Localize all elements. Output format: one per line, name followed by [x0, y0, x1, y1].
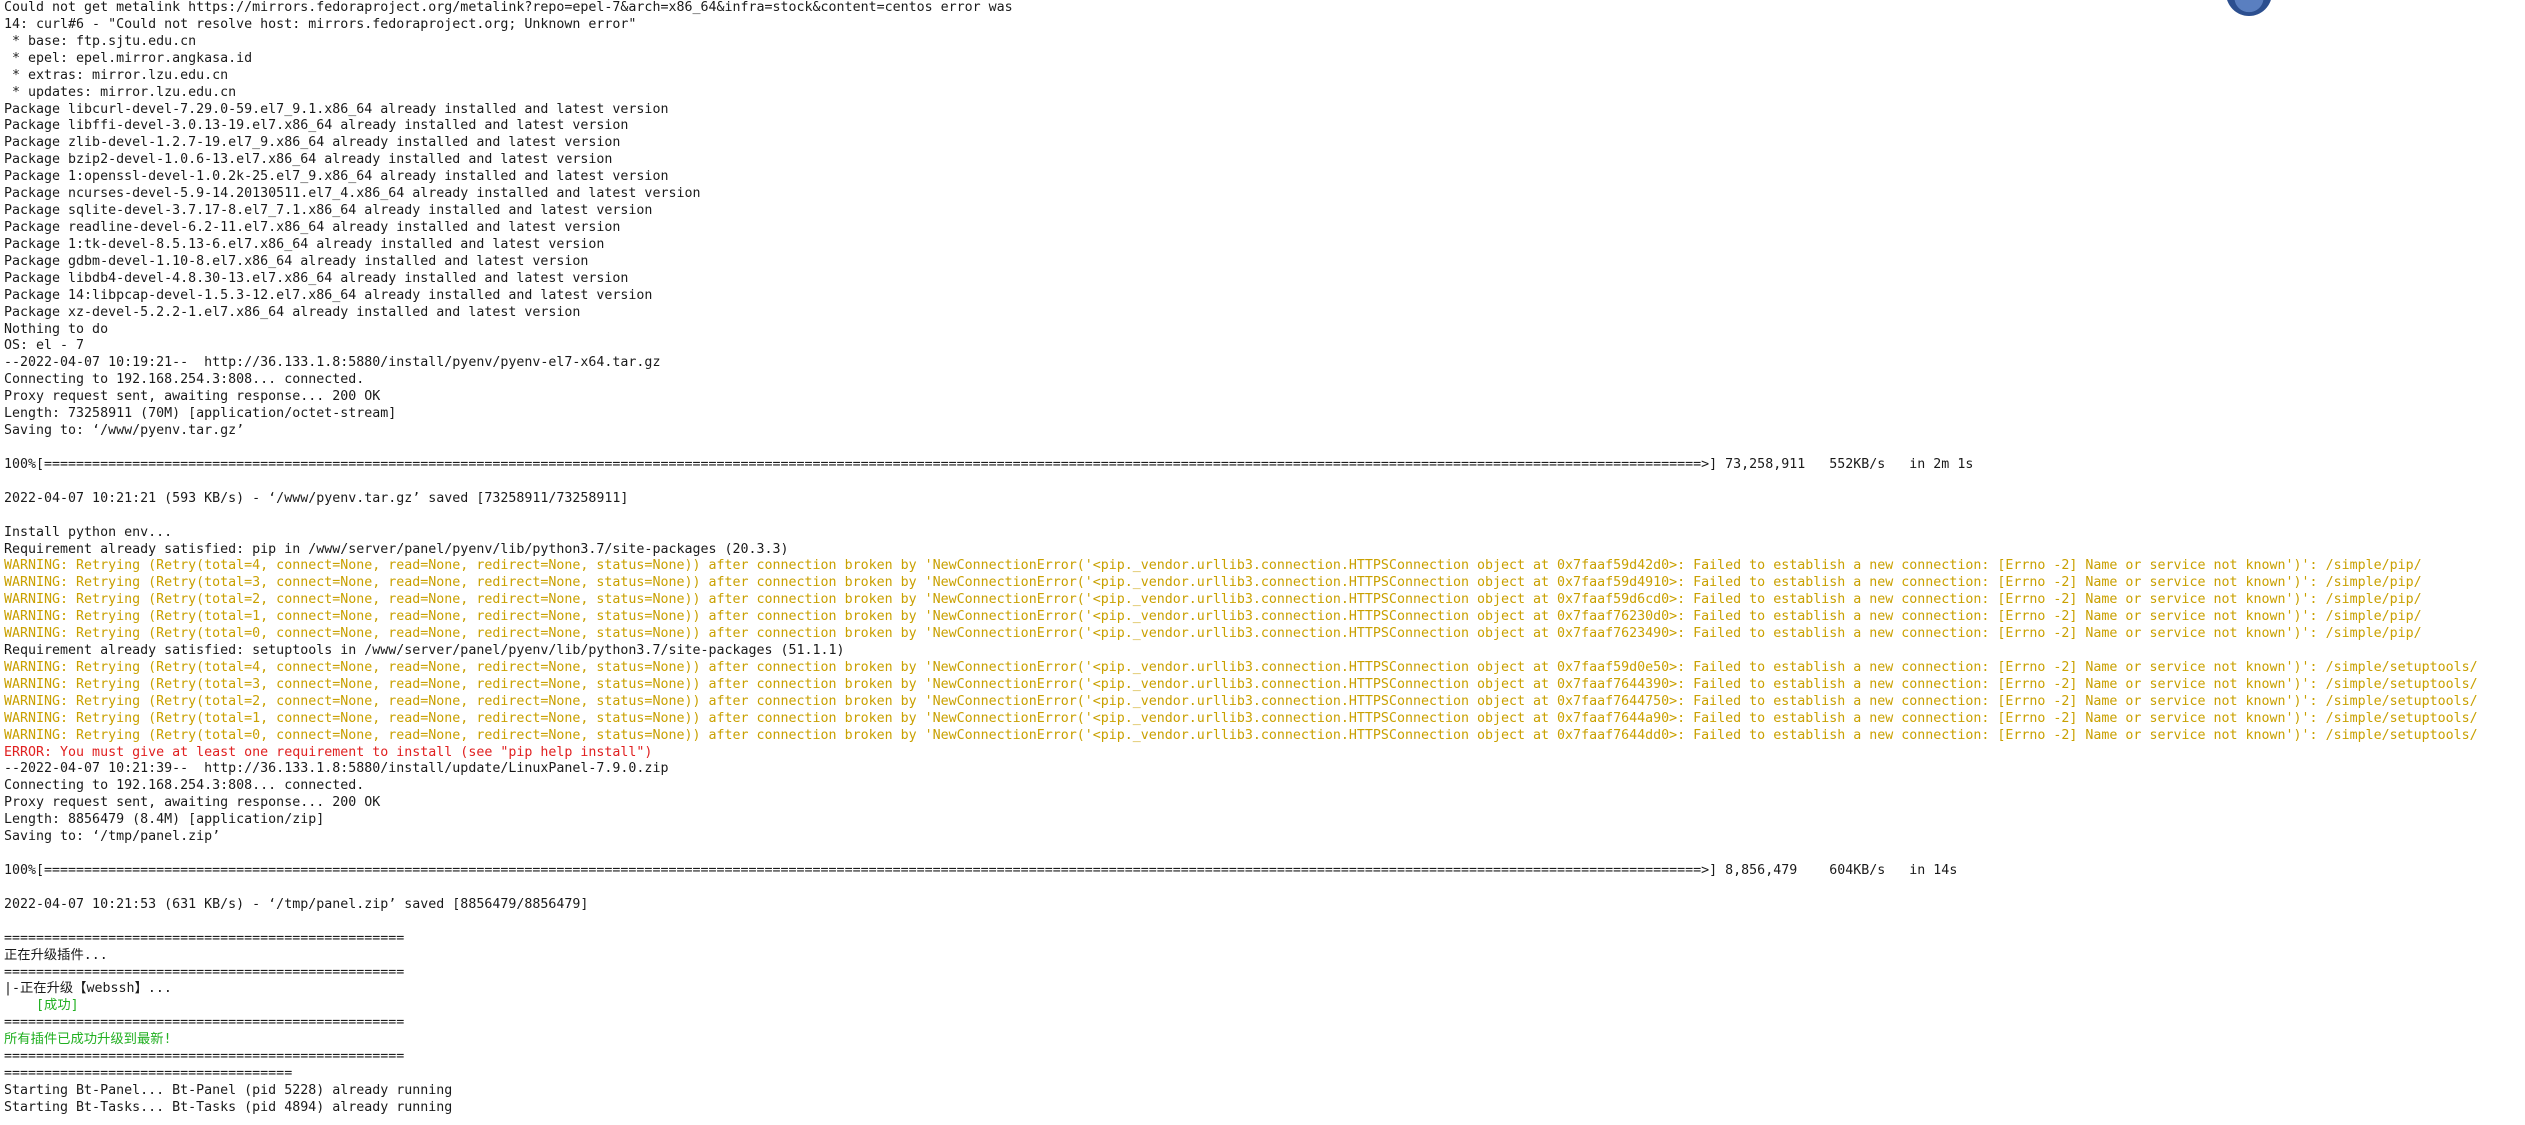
terminal-line: Package libdb4-devel-4.8.30-13.el7.x86_6…: [4, 270, 629, 286]
terminal-output[interactable]: Could not get metalink https://mirrors.f…: [0, 0, 2525, 1125]
progress-bar-line: 100%[===================================…: [4, 456, 1974, 472]
terminal-line: ========================================…: [4, 964, 405, 980]
terminal-line: Starting Bt-Tasks... Bt-Tasks (pid 4894)…: [4, 1099, 453, 1115]
terminal-line: Requirement already satisfied: pip in /w…: [4, 541, 789, 557]
terminal-line: Connecting to 192.168.254.3:808... conne…: [4, 778, 365, 794]
terminal-line: Package zlib-devel-1.2.7-19.el7_9.x86_64…: [4, 135, 621, 151]
terminal-line: Package bzip2-devel-1.0.6-13.el7.x86_64 …: [4, 152, 613, 168]
terminal-line: Package 1:tk-devel-8.5.13-6.el7.x86_64 a…: [4, 236, 605, 252]
terminal-line: WARNING: Retrying (Retry(total=4, connec…: [4, 659, 2478, 675]
terminal-line: Package xz-devel-5.2.2-1.el7.x86_64 alre…: [4, 304, 581, 320]
terminal-line: WARNING: Retrying (Retry(total=1, connec…: [4, 710, 2478, 726]
terminal-line: Package libcurl-devel-7.29.0-59.el7_9.1.…: [4, 101, 669, 117]
terminal-line: Install python env...: [4, 524, 173, 540]
terminal-line: * extras: mirror.lzu.edu.cn: [4, 67, 229, 83]
terminal-line: * base: ftp.sjtu.edu.cn: [4, 33, 197, 49]
terminal-line: Package sqlite-devel-3.7.17-8.el7_7.1.x8…: [4, 203, 653, 219]
terminal-line: Package readline-devel-6.2-11.el7.x86_64…: [4, 219, 621, 235]
terminal-line: WARNING: Retrying (Retry(total=4, connec…: [4, 558, 2422, 574]
terminal-line: 正在升级插件...: [4, 947, 108, 963]
terminal-line: |-正在升级【webssh】...: [4, 981, 172, 997]
terminal-line: Saving to: ‘/www/pyenv.tar.gz’: [4, 423, 245, 439]
terminal-line: WARNING: Retrying (Retry(total=0, connec…: [4, 626, 2422, 642]
terminal-line: --2022-04-07 10:21:39-- http://36.133.1.…: [4, 761, 669, 777]
terminal-line: ERROR: You must give at least one requir…: [4, 744, 653, 760]
terminal-line: WARNING: Retrying (Retry(total=3, connec…: [4, 676, 2478, 692]
terminal-line: Proxy request sent, awaiting response...…: [4, 795, 381, 811]
terminal-line: * epel: epel.mirror.angkasa.id: [4, 50, 253, 66]
terminal-line: WARNING: Retrying (Retry(total=1, connec…: [4, 609, 2422, 625]
terminal-line: 2022-04-07 10:21:21 (593 KB/s) - ‘/www/p…: [4, 490, 629, 506]
terminal-line: Length: 73258911 (70M) [application/octe…: [4, 406, 397, 422]
terminal-line: ========================================…: [4, 1015, 405, 1031]
terminal-line: Starting Bt-Panel... Bt-Panel (pid 5228)…: [4, 1083, 453, 1098]
terminal-line: Nothing to do: [4, 321, 109, 337]
terminal-line: Saving to: ‘/tmp/panel.zip’: [4, 829, 221, 845]
terminal-line: WARNING: Retrying (Retry(total=0, connec…: [4, 727, 2478, 743]
terminal-line: Proxy request sent, awaiting response...…: [4, 389, 381, 405]
terminal-line: ====================================: [4, 1066, 293, 1082]
terminal-line: 2022-04-07 10:21:53 (631 KB/s) - ‘/tmp/p…: [4, 896, 589, 912]
terminal-line: ========================================…: [4, 1049, 405, 1065]
terminal-line: OS: el - 7: [4, 338, 85, 354]
terminal-line: 14: curl#6 - "Could not resolve host: mi…: [4, 16, 637, 32]
terminal-line: Package gdbm-devel-1.10-8.el7.x86_64 alr…: [4, 253, 589, 269]
terminal-line: Package ncurses-devel-5.9-14.20130511.el…: [4, 186, 701, 202]
terminal-line: WARNING: Retrying (Retry(total=2, connec…: [4, 592, 2422, 608]
terminal-line: Package 14:libpcap-devel-1.5.3-12.el7.x8…: [4, 287, 653, 303]
terminal-line: Requirement already satisfied: setuptool…: [4, 643, 845, 659]
progress-bar-line: 100%[===================================…: [4, 863, 1958, 879]
terminal-line: Package 1:openssl-devel-1.0.2k-25.el7_9.…: [4, 169, 669, 185]
terminal-line: * updates: mirror.lzu.edu.cn: [4, 84, 237, 100]
terminal-line: 所有插件已成功升级到最新!: [4, 1032, 172, 1048]
terminal-line: --2022-04-07 10:19:21-- http://36.133.1.…: [4, 355, 661, 371]
terminal-line: WARNING: Retrying (Retry(total=3, connec…: [4, 575, 2422, 591]
terminal-line: WARNING: Retrying (Retry(total=2, connec…: [4, 693, 2478, 709]
terminal-line: Package libffi-devel-3.0.13-19.el7.x86_6…: [4, 118, 629, 134]
terminal-line: Could not get metalink https://mirrors.f…: [4, 0, 1013, 15]
terminal-line: Connecting to 192.168.254.3:808... conne…: [4, 372, 365, 388]
terminal-line: [成功]: [4, 998, 79, 1014]
terminal-line: Length: 8856479 (8.4M) [application/zip]: [4, 812, 325, 828]
terminal-line: ========================================…: [4, 930, 405, 946]
